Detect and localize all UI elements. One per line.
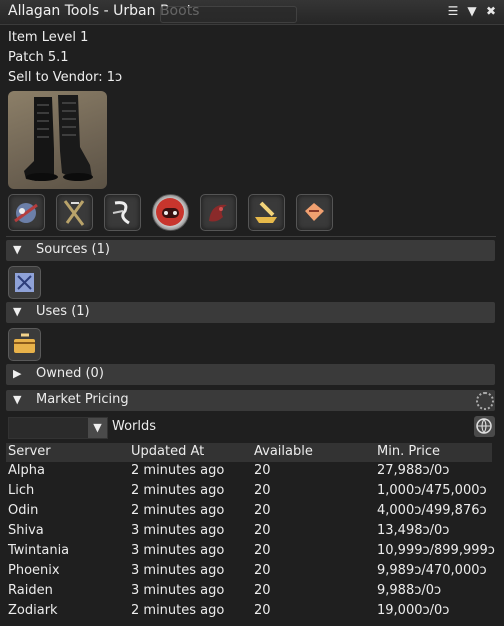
table-row[interactable]: Raiden 3 minutes ago 20 9,988ɔ/0ɔ: [6, 583, 492, 603]
close-icon[interactable]: ✖: [484, 3, 498, 19]
background-search-box: [160, 6, 297, 23]
hammer-anvil-icon[interactable]: [248, 194, 285, 231]
allagan-tools-window: Allagan Tools - Urban Boots ☰ ▼ ✖ Item L…: [0, 0, 504, 626]
server-cell: Lich: [8, 483, 35, 498]
column-header-server[interactable]: Server: [8, 444, 51, 459]
updated-cell: 2 minutes ago: [131, 503, 225, 518]
updated-cell: 3 minutes ago: [131, 523, 225, 538]
sources-header[interactable]: ▼ Sources (1): [6, 240, 495, 261]
table-row[interactable]: Odin 2 minutes ago 20 4,000ɔ/499,876ɔ: [6, 503, 492, 523]
table-row[interactable]: Shiva 3 minutes ago 20 13,498ɔ/0ɔ: [6, 523, 492, 543]
server-cell: Odin: [8, 503, 39, 518]
sources-label: Sources (1): [36, 242, 110, 257]
price-cell: 4,000ɔ/499,876ɔ: [377, 503, 487, 518]
menu-icon[interactable]: ☰: [446, 3, 460, 19]
price-cell: 13,498ɔ/0ɔ: [377, 523, 450, 538]
title-bar[interactable]: Allagan Tools - Urban Boots ☰ ▼ ✖: [0, 0, 504, 25]
market-pricing-header[interactable]: ▼ Market Pricing: [6, 390, 495, 411]
available-cell: 20: [254, 523, 271, 538]
server-cell: Alpha: [8, 463, 45, 478]
item-patch: Patch 5.1: [8, 50, 69, 65]
column-header-price[interactable]: Min. Price: [377, 444, 440, 459]
divider: [6, 236, 496, 237]
price-cell: 9,989ɔ/470,000ɔ: [377, 563, 487, 578]
available-cell: 20: [254, 483, 271, 498]
crafting-icon[interactable]: [104, 194, 141, 231]
available-cell: 20: [254, 563, 271, 578]
owned-label: Owned (0): [36, 366, 104, 381]
chevron-down-icon[interactable]: ▼: [88, 418, 107, 438]
server-cell: Twintania: [8, 543, 70, 558]
gc-seal-icon[interactable]: [8, 266, 41, 299]
price-cell: 1,000ɔ/475,000ɔ: [377, 483, 487, 498]
available-cell: 20: [254, 583, 271, 598]
updated-cell: 3 minutes ago: [131, 583, 225, 598]
dragon-icon[interactable]: [200, 194, 237, 231]
collapse-icon[interactable]: ▼: [465, 3, 479, 19]
chevron-down-icon: ▼: [13, 393, 22, 406]
chevron-right-icon: ▶: [13, 367, 22, 380]
owned-header[interactable]: ▶ Owned (0): [6, 364, 495, 385]
table-row[interactable]: Twintania 3 minutes ago 20 10,999ɔ/899,9…: [6, 543, 495, 563]
updated-cell: 2 minutes ago: [131, 463, 225, 478]
mog-station-icon[interactable]: [8, 194, 45, 231]
item-preview-image: [8, 91, 107, 189]
table-row[interactable]: Lich 2 minutes ago 20 1,000ɔ/475,000ɔ: [6, 483, 492, 503]
updated-cell: 2 minutes ago: [131, 483, 225, 498]
column-header-updated[interactable]: Updated At: [131, 444, 204, 459]
server-cell: Phoenix: [8, 563, 60, 578]
server-cell: Zodiark: [8, 603, 58, 618]
uses-label: Uses (1): [36, 304, 90, 319]
worlds-label: Worlds: [112, 419, 157, 434]
available-cell: 20: [254, 603, 271, 618]
sell-to-vendor: Sell to Vendor: 1ɔ: [8, 70, 123, 85]
price-cell: 9,988ɔ/0ɔ: [377, 583, 442, 598]
column-header-available[interactable]: Available: [254, 444, 313, 459]
gardening-icon[interactable]: [56, 194, 93, 231]
server-cell: Shiva: [8, 523, 44, 538]
item-level: Item Level 1: [8, 30, 89, 45]
updated-cell: 2 minutes ago: [131, 603, 225, 618]
available-cell: 20: [254, 503, 271, 518]
updated-cell: 3 minutes ago: [131, 563, 225, 578]
market-table-header: Server Updated At Available Min. Price: [6, 443, 492, 462]
price-cell: 27,988ɔ/0ɔ: [377, 463, 450, 478]
gamepad-icon[interactable]: [152, 194, 189, 231]
urban-boots-icon: [24, 95, 93, 181]
world-select[interactable]: ▼: [8, 417, 108, 439]
available-cell: 20: [254, 463, 271, 478]
globe-refresh-icon[interactable]: [474, 416, 495, 437]
market-pricing-label: Market Pricing: [36, 392, 129, 407]
table-row[interactable]: Phoenix 3 minutes ago 20 9,989ɔ/470,000ɔ: [6, 563, 492, 583]
desynth-box-icon[interactable]: [8, 328, 41, 361]
chevron-down-icon: ▼: [13, 243, 22, 256]
chevron-down-icon: ▼: [13, 305, 22, 318]
price-cell: 10,999ɔ/899,999ɔ: [377, 543, 495, 558]
available-cell: 20: [254, 543, 271, 558]
loading-spinner-icon: [476, 392, 494, 410]
table-row[interactable]: Alpha 2 minutes ago 20 27,988ɔ/0ɔ: [6, 463, 492, 483]
hammer-box-icon[interactable]: [296, 194, 333, 231]
uses-header[interactable]: ▼ Uses (1): [6, 302, 495, 323]
price-cell: 19,000ɔ/0ɔ: [377, 603, 450, 618]
updated-cell: 3 minutes ago: [131, 543, 225, 558]
table-row[interactable]: Zodiark 2 minutes ago 20 19,000ɔ/0ɔ: [6, 603, 492, 623]
server-cell: Raiden: [8, 583, 53, 598]
